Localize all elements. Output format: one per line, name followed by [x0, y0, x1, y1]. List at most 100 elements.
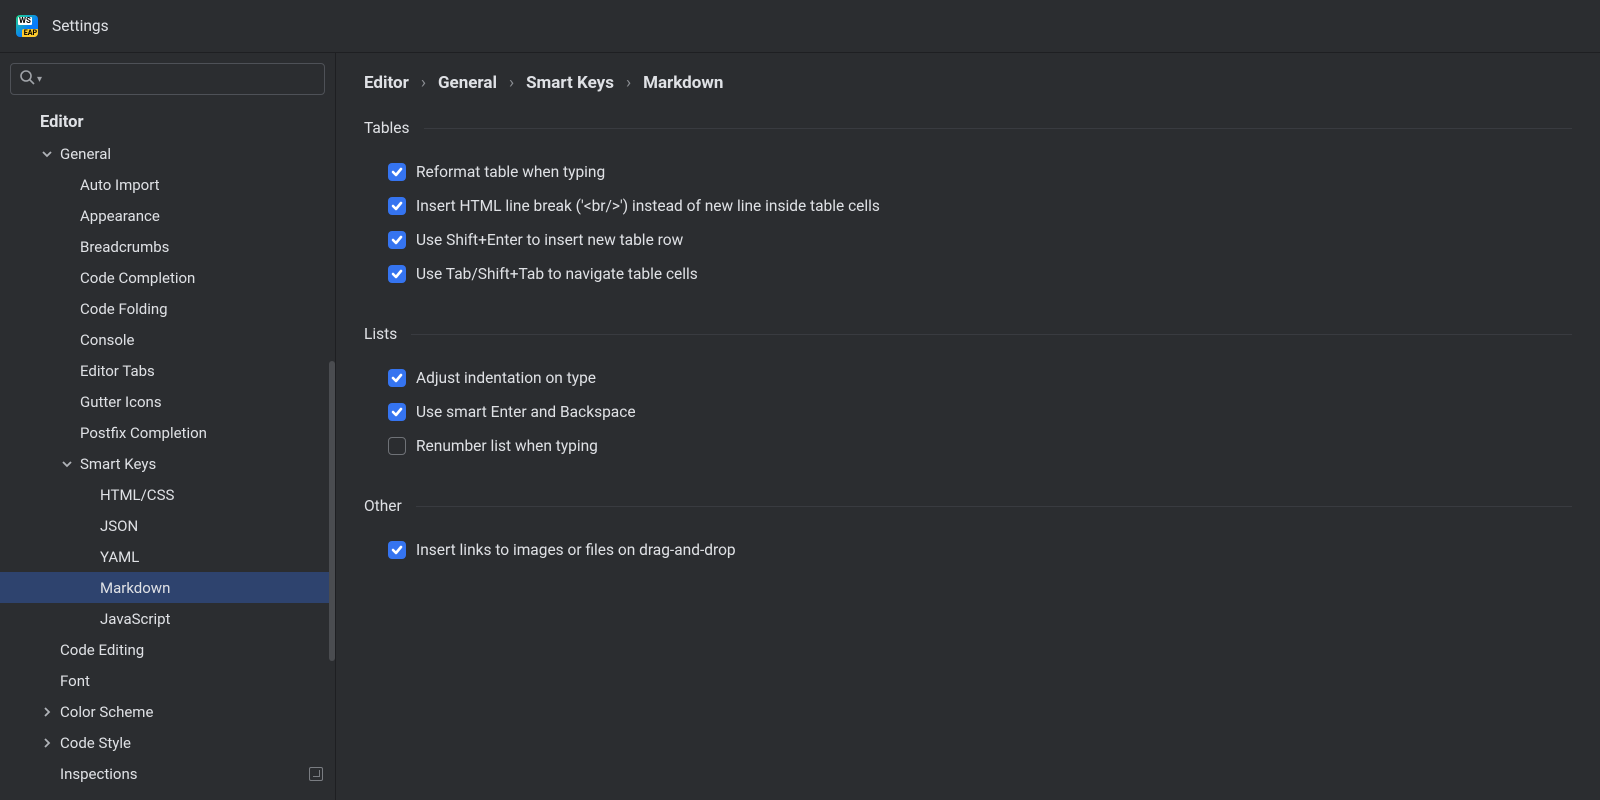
titlebar: Settings [0, 0, 1600, 53]
checkbox-icon[interactable] [388, 541, 406, 559]
sidebar-item-label: Auto Import [80, 176, 160, 194]
option-label: Use Shift+Enter to insert new table row [416, 231, 683, 249]
sidebar-item-inspections[interactable]: Inspections [0, 758, 335, 789]
sidebar-item-yaml[interactable]: YAML [0, 541, 335, 572]
option-label: Use smart Enter and Backspace [416, 403, 636, 421]
sidebar-item-javascript[interactable]: JavaScript [0, 603, 335, 634]
sidebar-item-smart-keys[interactable]: Smart Keys [0, 448, 335, 479]
checkbox-icon[interactable] [388, 369, 406, 387]
breadcrumb-sep-icon: › [421, 73, 426, 93]
sidebar-scrollbar[interactable] [329, 361, 335, 661]
breadcrumb-sep-icon: › [626, 73, 631, 93]
sidebar-item-console[interactable]: Console [0, 324, 335, 355]
option-smart-enter[interactable]: Use smart Enter and Backspace [364, 395, 1572, 429]
chevron-down-icon [60, 459, 74, 469]
search-input[interactable] [46, 71, 316, 87]
sidebar-item-label: General [60, 145, 111, 163]
section-title: Other [364, 497, 402, 515]
settings-main-pane: Editor › General › Smart Keys › Markdown… [336, 53, 1600, 800]
sidebar-item-label: Breadcrumbs [80, 238, 169, 256]
sidebar-item-color-scheme[interactable]: Color Scheme [0, 696, 335, 727]
sidebar-item-label: Editor Tabs [80, 362, 155, 380]
sidebar-item-label: Markdown [100, 579, 170, 597]
section-lists: Lists Adjust indentation on type Use sma… [364, 325, 1572, 463]
sidebar-item-label: Code Editing [60, 641, 144, 659]
search-field[interactable]: ▾ [10, 63, 325, 95]
breadcrumb-markdown: Markdown [643, 73, 723, 93]
sidebar-item-appearance[interactable]: Appearance [0, 200, 335, 231]
sidebar-item-editor-tabs[interactable]: Editor Tabs [0, 355, 335, 386]
option-label: Renumber list when typing [416, 437, 598, 455]
option-label: Insert links to images or files on drag-… [416, 541, 736, 559]
sidebar-item-label: HTML/CSS [100, 486, 174, 504]
sidebar-item-font[interactable]: Font [0, 665, 335, 696]
sidebar-item-label: JSON [100, 517, 138, 535]
settings-sidebar: ▾ Editor General Auto Import [0, 53, 336, 800]
sidebar-item-label: Gutter Icons [80, 393, 162, 411]
search-icon [19, 69, 35, 89]
option-tab-navigate[interactable]: Use Tab/Shift+Tab to navigate table cell… [364, 257, 1572, 291]
sidebar-item-code-editing[interactable]: Code Editing [0, 634, 335, 665]
section-divider [411, 334, 1572, 335]
chevron-down-icon [40, 149, 54, 159]
option-label: Reformat table when typing [416, 163, 605, 181]
checkbox-icon[interactable] [388, 163, 406, 181]
sidebar-heading-editor[interactable]: Editor [0, 107, 335, 138]
option-renumber[interactable]: Renumber list when typing [364, 429, 1572, 463]
sidebar-item-json[interactable]: JSON [0, 510, 335, 541]
section-title: Lists [364, 325, 397, 343]
section-title: Tables [364, 119, 410, 137]
breadcrumb-sep-icon: › [509, 73, 514, 93]
sidebar-item-label: JavaScript [100, 610, 170, 628]
sidebar-item-markdown[interactable]: Markdown [0, 572, 335, 603]
sidebar-item-label: Color Scheme [60, 703, 153, 721]
sidebar-item-label: YAML [100, 548, 139, 566]
breadcrumb-editor[interactable]: Editor [364, 73, 409, 93]
sidebar-heading-label: Editor [40, 113, 84, 132]
inspections-scope-icon [309, 767, 323, 781]
settings-tree: Editor General Auto Import Appearance Br… [0, 101, 335, 800]
sidebar-item-label: Inspections [60, 765, 137, 783]
sidebar-item-gutter-icons[interactable]: Gutter Icons [0, 386, 335, 417]
option-html-br[interactable]: Insert HTML line break ('<br/>') instead… [364, 189, 1572, 223]
breadcrumb-smart-keys[interactable]: Smart Keys [526, 73, 614, 93]
section-divider [424, 128, 1572, 129]
option-dnd-links[interactable]: Insert links to images or files on drag-… [364, 533, 1572, 567]
sidebar-item-breadcrumbs[interactable]: Breadcrumbs [0, 231, 335, 262]
section-tables: Tables Reformat table when typing Insert… [364, 119, 1572, 291]
checkbox-icon[interactable] [388, 265, 406, 283]
breadcrumb-general[interactable]: General [438, 73, 497, 93]
option-shift-enter-row[interactable]: Use Shift+Enter to insert new table row [364, 223, 1572, 257]
breadcrumb: Editor › General › Smart Keys › Markdown [364, 73, 1572, 93]
sidebar-item-label: Font [60, 672, 90, 690]
option-adjust-indent[interactable]: Adjust indentation on type [364, 361, 1572, 395]
search-filter-caret-icon[interactable]: ▾ [37, 74, 42, 85]
content: ▾ Editor General Auto Import [0, 53, 1600, 800]
sidebar-item-code-style[interactable]: Code Style [0, 727, 335, 758]
sidebar-item-label: Console [80, 331, 135, 349]
sidebar-item-postfix-completion[interactable]: Postfix Completion [0, 417, 335, 448]
sidebar-item-label: Postfix Completion [80, 424, 207, 442]
option-label: Insert HTML line break ('<br/>') instead… [416, 197, 880, 215]
sidebar-item-code-completion[interactable]: Code Completion [0, 262, 335, 293]
section-divider [416, 506, 1572, 507]
sidebar-item-html-css[interactable]: HTML/CSS [0, 479, 335, 510]
sidebar-item-label: Code Style [60, 734, 131, 752]
sidebar-item-code-folding[interactable]: Code Folding [0, 293, 335, 324]
app-icon [16, 15, 38, 37]
checkbox-icon[interactable] [388, 197, 406, 215]
sidebar-item-label: Smart Keys [80, 455, 156, 473]
chevron-right-icon [40, 707, 54, 717]
option-label: Adjust indentation on type [416, 369, 596, 387]
checkbox-icon[interactable] [388, 403, 406, 421]
option-reformat-table[interactable]: Reformat table when typing [364, 155, 1572, 189]
section-other: Other Insert links to images or files on… [364, 497, 1572, 567]
option-label: Use Tab/Shift+Tab to navigate table cell… [416, 265, 698, 283]
sidebar-item-label: Code Folding [80, 300, 168, 318]
sidebar-item-label: Appearance [80, 207, 160, 225]
sidebar-item-auto-import[interactable]: Auto Import [0, 169, 335, 200]
sidebar-item-label: Code Completion [80, 269, 195, 287]
checkbox-icon[interactable] [388, 437, 406, 455]
sidebar-item-general[interactable]: General [0, 138, 335, 169]
checkbox-icon[interactable] [388, 231, 406, 249]
